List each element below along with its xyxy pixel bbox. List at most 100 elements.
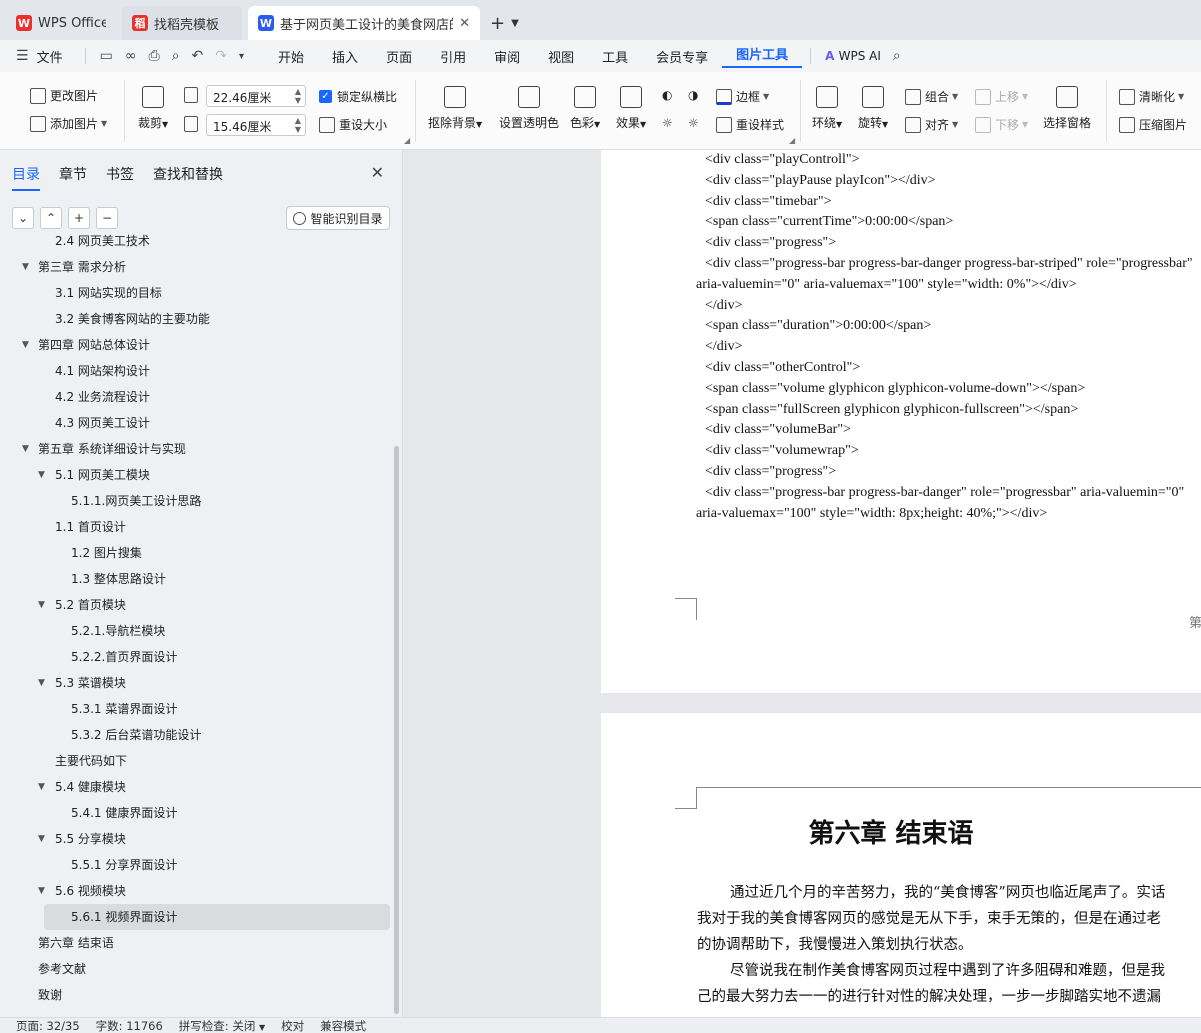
toc-item[interactable]: 4.2 业务流程设计 [0,384,396,410]
tab-find-replace[interactable]: 查找和替换 [153,164,223,191]
wps-ai-button[interactable]: A WPS AI [819,49,887,63]
toc-item[interactable]: ▼ 5.4 健康模块 [0,774,396,800]
dialog-launcher-icon[interactable]: ◢ [789,136,795,145]
contrast-icon[interactable]: ◑ [688,88,698,102]
menu-item-view[interactable]: 视图 [534,47,588,66]
close-icon[interactable]: ✕ [371,163,384,182]
toc-item[interactable]: ▼ 第三章 需求分析 [0,254,396,280]
menu-item-picture-tools[interactable]: 图片工具 [722,44,803,68]
toggle-arrow-icon[interactable]: ▼ [38,462,45,488]
smart-toc-button[interactable]: 智能识别目录 [286,206,390,230]
toc-item[interactable]: 致谢 [0,982,396,1008]
collapse-button[interactable]: ⌃ [40,207,62,229]
brightness-icon[interactable]: ☼ [662,116,673,130]
toc-item[interactable]: ▼ 5.5 分享模块 [0,826,396,852]
toc-item[interactable]: 4.3 网页美工设计 [0,410,396,436]
toggle-arrow-icon[interactable]: ▼ [22,254,29,280]
menu-item-page[interactable]: 页面 [372,47,426,66]
toc-item[interactable]: 第六章 结束语 [0,930,396,956]
set-transparent-color-button[interactable]: 设置透明色 [499,86,559,131]
menu-item-insert[interactable]: 插入 [318,47,372,66]
dialog-launcher-icon[interactable]: ◢ [404,136,410,145]
toc-item[interactable]: 5.3.1 菜谱界面设计 [0,696,396,722]
spinner-icon[interactable]: ▲ ▼ [295,116,301,134]
toc-item[interactable]: ▼ 第四章 网站总体设计 [0,332,396,358]
spinner-icon[interactable]: ▲ ▼ [295,87,301,105]
close-icon[interactable]: ✕ [459,16,470,31]
color-button[interactable]: 色彩▼ [570,86,600,131]
height-input[interactable]: 15.46厘米 ▲ ▼ [206,114,306,136]
align-button[interactable]: 对齐 ▼ [905,116,958,133]
crop-button[interactable]: 裁剪▼ [138,86,168,131]
tab-bookmarks[interactable]: 书签 [106,164,134,191]
add-image-button[interactable]: 添加图片 ▼ [30,115,107,132]
toc-item[interactable]: 3.1 网站实现的目标 [0,280,396,306]
menu-item-review[interactable]: 审阅 [480,47,534,66]
toggle-arrow-icon[interactable]: ▼ [38,592,45,618]
rotate-button[interactable]: 旋转▼ [858,86,888,131]
new-tab-button[interactable]: + ▼ [480,6,529,40]
border-button[interactable]: 边框 ▼ [716,88,769,105]
hamburger-icon[interactable]: ☰ [10,48,35,64]
toc-item[interactable]: 参考文献 [0,956,396,982]
scrollbar[interactable] [394,446,399,1014]
proofread-button[interactable]: 校对 [281,1018,304,1033]
toc-item[interactable]: ▼ 第五章 系统详细设计与实现 [0,436,396,462]
spell-check-toggle[interactable]: 拼写检查: 关闭 ▼ [179,1018,265,1033]
chevron-down-icon[interactable]: ▾ [233,51,250,62]
print-preview-icon[interactable]: ⌕ [166,48,186,64]
expand-button[interactable]: ⌄ [12,207,34,229]
toc-item[interactable]: 5.3.2 后台菜谱功能设计 [0,722,396,748]
move-down-button[interactable]: 下移 ▼ [975,116,1028,133]
wrap-button[interactable]: 环绕▼ [812,86,842,131]
toc-item[interactable]: 1.1 首页设计 [0,514,396,540]
tab-toc[interactable]: 目录 [12,164,40,191]
toc-item[interactable]: ▼ 5.1 网页美工模块 [0,462,396,488]
menu-item-home[interactable]: 开始 [264,47,318,66]
menu-file[interactable]: 文件 [35,47,77,66]
toc-item[interactable]: 1.2 图片搜集 [0,540,396,566]
sharpen-button[interactable]: 清晰化 ▼ [1119,88,1184,105]
link-icon[interactable]: ∞ [119,48,143,64]
tab-wps-office[interactable]: W WPS Office [6,6,116,40]
remove-background-button[interactable]: 抠除背景▼ [428,86,482,131]
menu-item-member[interactable]: 会员专享 [642,47,722,66]
toggle-arrow-icon[interactable]: ▼ [38,774,45,800]
contrast-down-icon[interactable]: ☼ [688,116,699,130]
toc-item[interactable]: 5.1.1.网页美工设计思路 [0,488,396,514]
group-button[interactable]: 组合 ▼ [905,88,958,105]
toc-item[interactable]: 1.3 整体思路设计 [0,566,396,592]
toc-item[interactable]: 5.2.1.导航栏模块 [0,618,396,644]
toc-item[interactable]: ▼ 5.2 首页模块 [0,592,396,618]
toggle-arrow-icon[interactable]: ▼ [38,878,45,904]
toggle-arrow-icon[interactable]: ▼ [38,826,45,852]
word-count[interactable]: 字数: 11766 [96,1018,163,1033]
move-up-button[interactable]: 上移 ▼ [975,88,1028,105]
toc-item[interactable]: ▼ 5.3 菜谱模块 [0,670,396,696]
toc-item[interactable]: 5.5.1 分享界面设计 [0,852,396,878]
save-icon[interactable]: ▭ [94,48,119,64]
toc-item[interactable]: 主要代码如下 [0,748,396,774]
redo-icon[interactable]: ↷ [209,48,233,64]
undo-icon[interactable]: ↶ [186,48,210,64]
print-icon[interactable]: ⎙ [142,48,165,64]
effect-button[interactable]: 效果▼ [616,86,646,131]
reset-style-button[interactable]: 重设样式 [716,116,784,133]
toc-item[interactable]: 4.1 网站架构设计 [0,358,396,384]
toc-item[interactable]: 5.4.1 健康界面设计 [0,800,396,826]
toc-item[interactable]: ▼ 5.6 视频模块 [0,878,396,904]
page-indicator[interactable]: 页面: 32/35 [16,1018,80,1033]
change-image-button[interactable]: 更改图片 [30,87,98,104]
width-input[interactable]: 22.46厘米 ▲ ▼ [206,85,306,107]
menu-item-reference[interactable]: 引用 [426,47,480,66]
toggle-arrow-icon[interactable]: ▼ [22,332,29,358]
toc-item[interactable]: 3.2 美食博客网站的主要功能 [0,306,396,332]
toc-item-selected[interactable]: 5.6.1 视频界面设计 [44,904,390,930]
compress-image-button[interactable]: 压缩图片 [1119,116,1187,133]
reset-size-button[interactable]: 重设大小 [319,116,387,133]
brightness-up-icon[interactable]: ◐ [662,88,672,102]
tab-chapters[interactable]: 章节 [59,164,87,191]
toc-item[interactable]: 2.4 网页美工技术 [0,228,396,254]
selection-pane-button[interactable]: 选择窗格 [1043,86,1091,131]
remove-item-button[interactable]: − [96,207,118,229]
